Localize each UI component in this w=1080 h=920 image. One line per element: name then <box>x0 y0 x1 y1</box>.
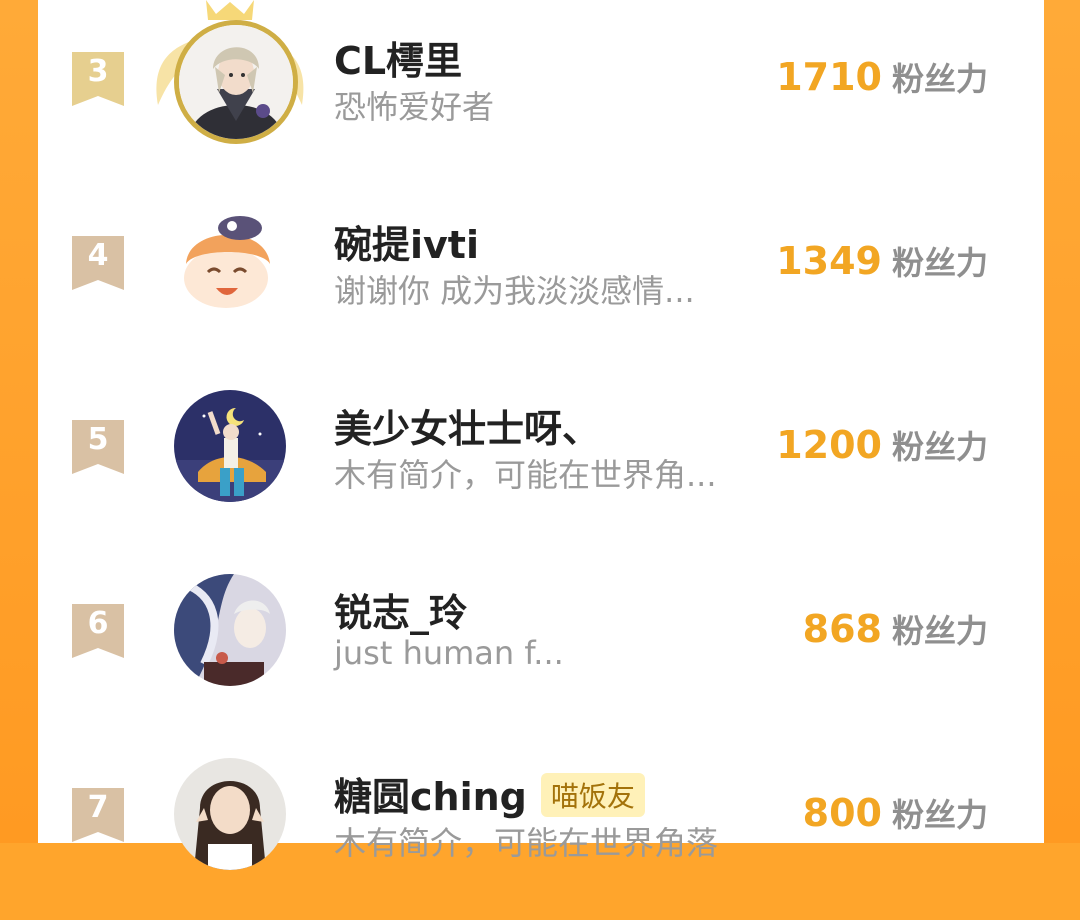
rank-badge: 6 <box>72 604 124 658</box>
user-name[interactable]: 碗提ivti <box>334 214 479 269</box>
avatar[interactable] <box>174 758 286 870</box>
user-name[interactable]: 糖圆ching 喵饭友 <box>334 766 645 821</box>
fan-power-score: 1710 粉丝力 <box>776 54 988 100</box>
avatar[interactable] <box>174 574 286 686</box>
score-unit: 粉丝力 <box>891 244 988 282</box>
rank-number: 4 <box>87 238 109 273</box>
user-bio: 木有简介，可能在世界角落 <box>334 824 719 862</box>
left-border <box>0 0 38 843</box>
user-name[interactable]: CL樗里 <box>334 30 462 85</box>
leaderboard-row[interactable]: 7 糖圆ching 喵饭友 木有简介，可能在世界角落 800 粉丝力 <box>38 736 1044 920</box>
user-tag: 喵饭友 <box>540 773 645 817</box>
leaderboard-row[interactable]: 6 锐志_玲 just human f... 868 粉丝力 <box>38 552 1044 736</box>
right-border <box>1044 0 1080 843</box>
rank-badge: 3 <box>72 52 124 106</box>
user-bio: 木有简介，可能在世界角... <box>334 456 717 494</box>
score-unit: 粉丝力 <box>891 796 988 834</box>
score-value: 800 <box>802 791 882 835</box>
rank-badge: 4 <box>72 236 124 290</box>
score-unit: 粉丝力 <box>891 612 988 650</box>
leaderboard-row[interactable]: 4 碗提ivti 谢谢你 成为我淡淡感情... 1349 粉丝力 <box>38 184 1044 368</box>
score-value: 1200 <box>776 423 882 467</box>
leaderboard-row[interactable]: 5 美少女壮士呀、 木有简介，可能在世界角... 1200 粉丝力 <box>38 368 1044 552</box>
score-unit: 粉丝力 <box>891 60 988 98</box>
user-bio: 恐怖爱好者 <box>334 88 495 126</box>
rank-number: 3 <box>87 54 109 89</box>
user-bio: just human f... <box>334 634 564 672</box>
score-value: 1349 <box>776 239 882 283</box>
user-bio: 谢谢你 成为我淡淡感情... <box>334 272 695 310</box>
score-unit: 粉丝力 <box>891 428 988 466</box>
fan-power-score: 868 粉丝力 <box>803 606 988 652</box>
score-value: 868 <box>802 607 882 651</box>
rank-number: 6 <box>87 606 109 641</box>
fan-power-score: 800 粉丝力 <box>803 790 988 836</box>
fan-power-score: 1349 粉丝力 <box>776 238 988 284</box>
avatar[interactable] <box>174 390 286 502</box>
rank-badge: 7 <box>72 788 124 842</box>
rank-badge: 5 <box>72 420 124 474</box>
avatar[interactable] <box>174 208 286 320</box>
leaderboard-panel: 3 CL樗里 恐怖爱好者 1710 粉丝力 4 碗提ivti 谢谢你 成为我淡淡… <box>38 0 1044 870</box>
avatar[interactable] <box>174 20 298 144</box>
rank-number: 5 <box>87 422 109 457</box>
user-name[interactable]: 美少女壮士呀、 <box>334 398 600 453</box>
user-name-text: 糖圆ching <box>334 775 527 819</box>
user-name[interactable]: 锐志_玲 <box>334 582 467 637</box>
fan-power-score: 1200 粉丝力 <box>776 422 988 468</box>
leaderboard-row[interactable]: 3 CL樗里 恐怖爱好者 1710 粉丝力 <box>38 0 1044 184</box>
rank-number: 7 <box>87 790 109 825</box>
score-value: 1710 <box>776 55 882 99</box>
